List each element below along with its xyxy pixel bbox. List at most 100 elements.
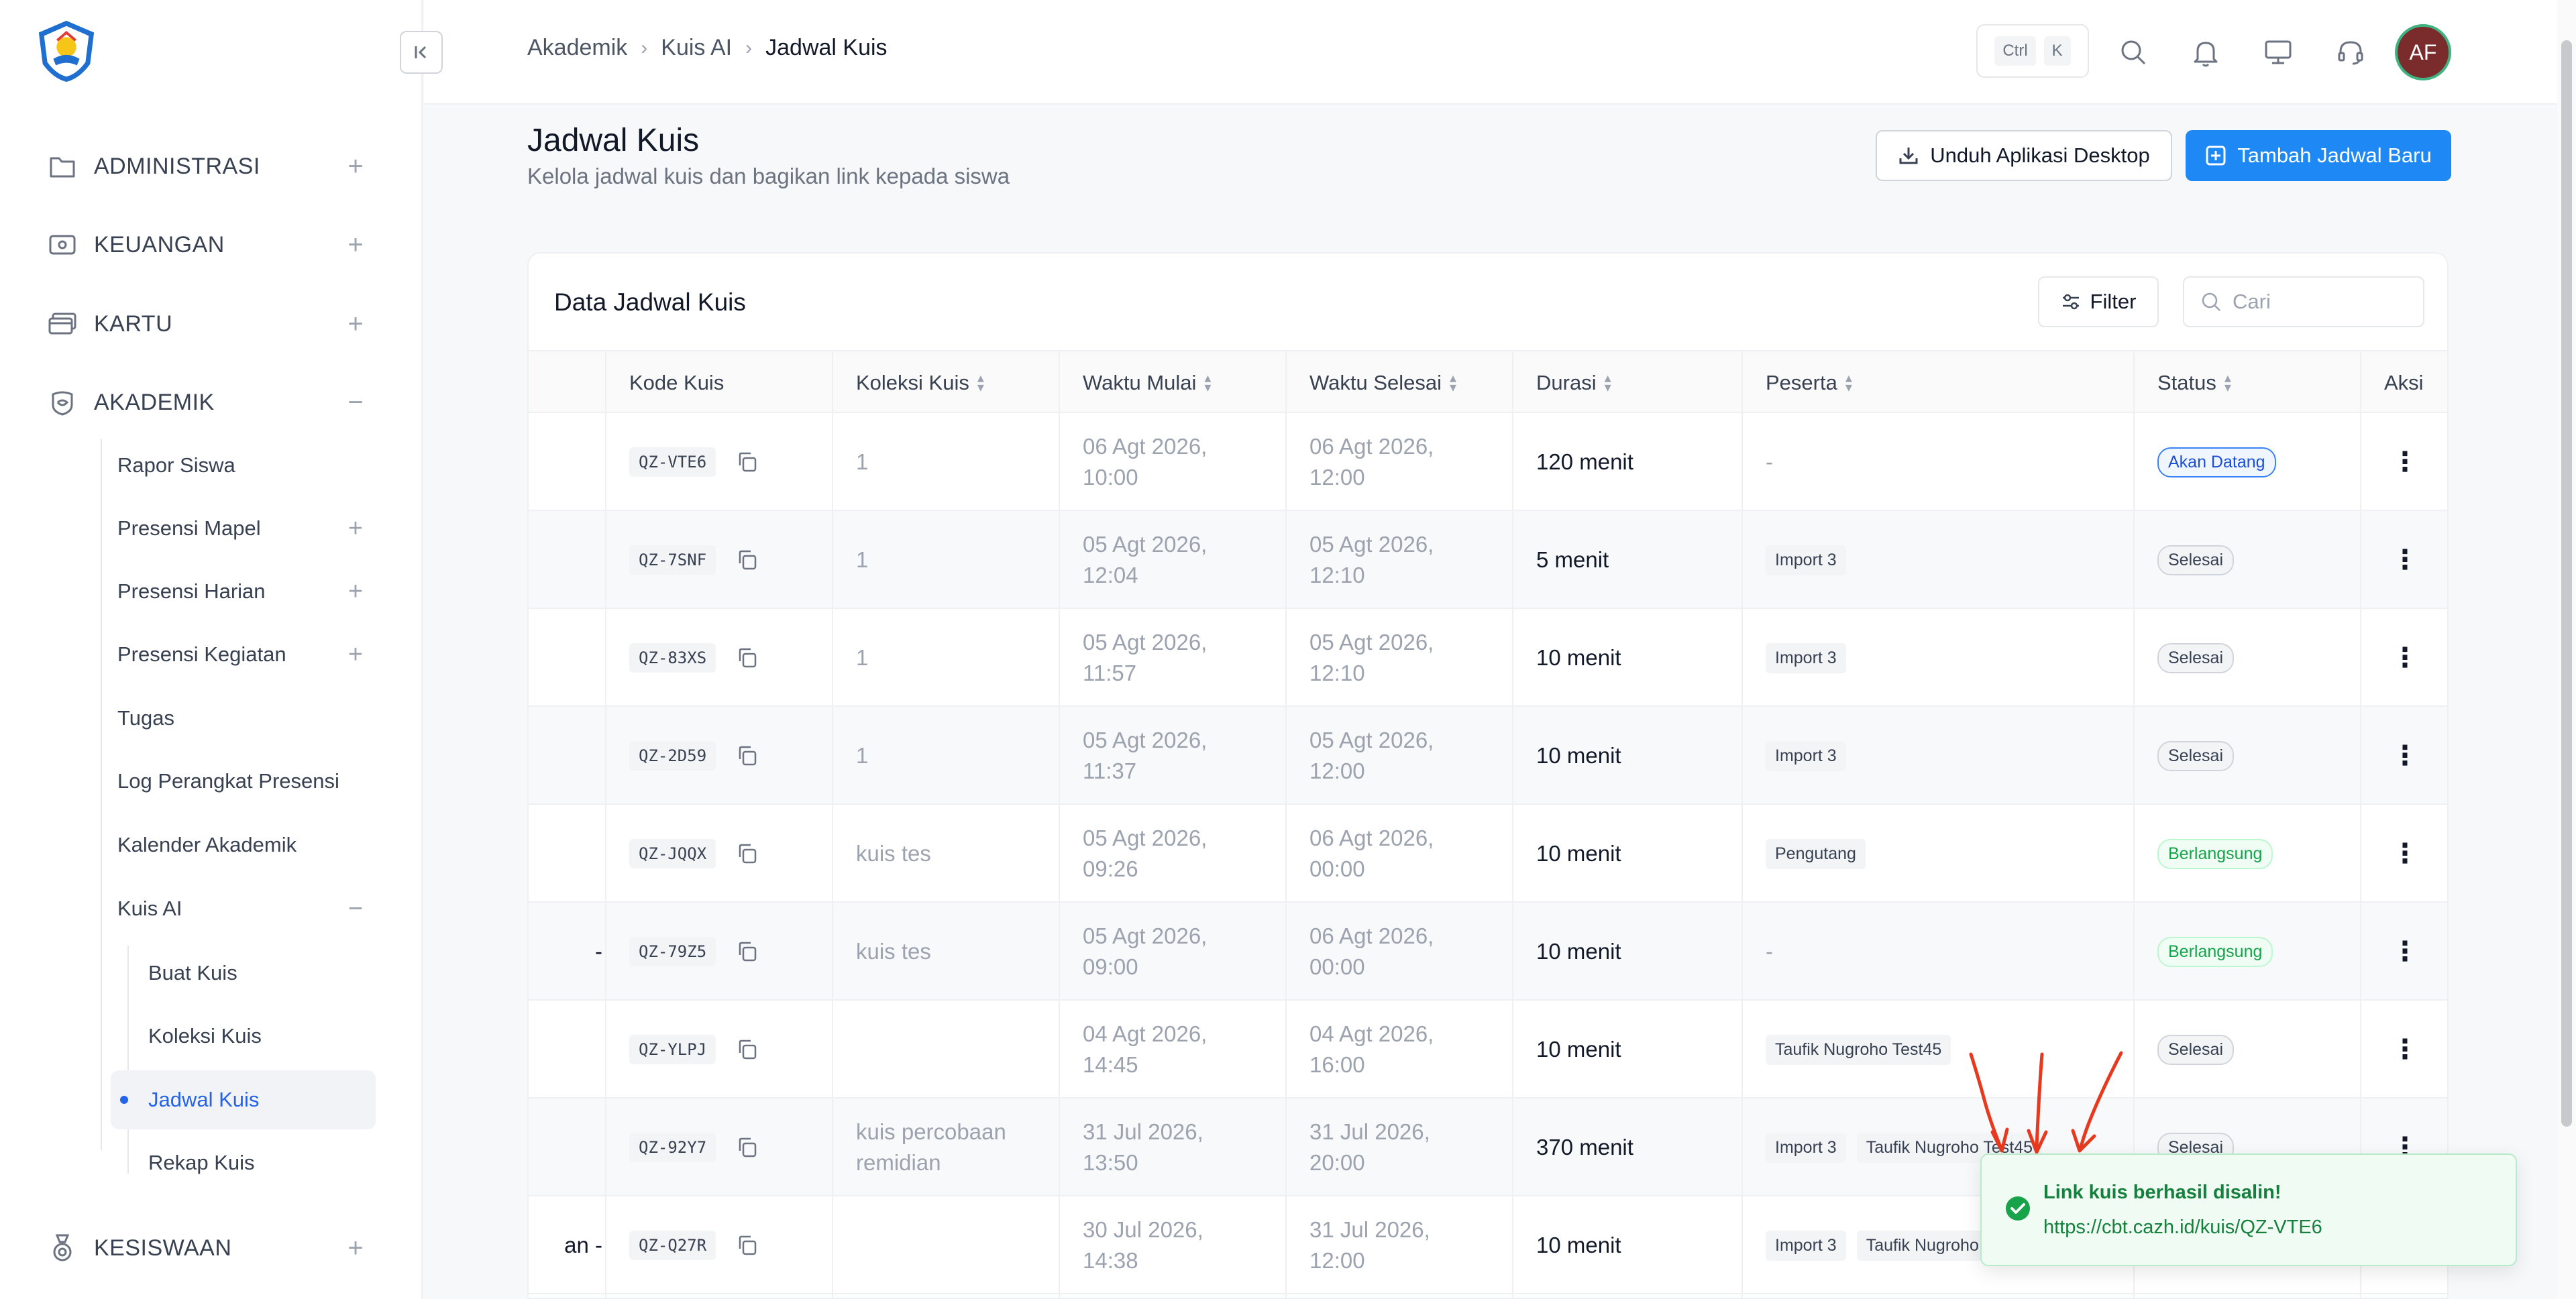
duration: 120 menit [1536, 449, 1633, 474]
collapse-icon[interactable]: − [342, 895, 369, 923]
collection-name: kuis percobaan remidian [856, 1119, 1006, 1175]
table-header: Kode Kuis Koleksi Kuis ▴ ▾ Waktu Mulai ▴ ▾ W… [529, 350, 2447, 414]
column-peserta[interactable]: Peserta ▴ ▾ [1766, 351, 1852, 414]
more-vertical-icon[interactable]: ⋮ [2392, 547, 2418, 573]
chevron-right-icon: › [745, 36, 753, 59]
command-palette-shortcut[interactable]: Ctrl K [1976, 24, 2089, 78]
expand-icon[interactable]: + [342, 152, 369, 182]
nav-item-label: Rapor Siswa [117, 453, 235, 477]
nav-item-label: Presensi Harian [117, 579, 266, 603]
filter-button[interactable]: Filter [2038, 276, 2159, 327]
nav-item-presensi-kegiatan[interactable]: Presensi Kegiatan + [117, 631, 369, 678]
copy-icon[interactable] [736, 940, 759, 963]
nav-item-log-perangkat[interactable]: Log Perangkat Presensi [117, 758, 369, 805]
collection-cell: kuis tes [856, 805, 1057, 903]
end-hour: 00:00 [1309, 954, 1365, 979]
nav-item-kalender[interactable]: Kalender Akademik [117, 822, 369, 868]
nav-group-keuangan[interactable]: KEUANGAN + [47, 221, 369, 268]
participants-cell: - [1766, 903, 2128, 1001]
nav-item-jadwal-kuis[interactable]: Jadwal Kuis [111, 1070, 376, 1129]
copy-icon[interactable] [736, 646, 759, 669]
column-waktu-mulai[interactable]: Waktu Mulai ▴ ▾ [1083, 351, 1211, 414]
copy-icon[interactable] [736, 549, 759, 571]
more-vertical-icon[interactable]: ⋮ [2392, 742, 2418, 769]
truncated-name-cell [529, 707, 602, 805]
participant-tag: Import 3 [1766, 1230, 1846, 1261]
search-input[interactable] [2233, 290, 2407, 314]
copy-icon[interactable] [736, 1136, 759, 1159]
start-time-cell: 06 Agt 2026, 10:00 [1083, 413, 1207, 511]
column-status[interactable]: Status ▴ ▾ [2157, 351, 2231, 414]
toast-link[interactable]: https://cbt.cazh.id/kuis/QZ-VTE6 [2043, 1217, 2322, 1239]
end-date: 31 Jul 2026, [1309, 1119, 1430, 1144]
user-avatar[interactable]: AF [2395, 24, 2451, 80]
duration-cell: 5 menit [1536, 511, 1609, 609]
collection-cell [856, 1001, 1057, 1098]
column-waktu-selesai[interactable]: Waktu Selesai ▴ ▾ [1309, 351, 1456, 414]
nav-item-tugas[interactable]: Tugas [117, 695, 369, 742]
column-divider [1059, 350, 1060, 1298]
expand-icon[interactable]: + [342, 640, 369, 669]
end-time: 06 Agt 2026, 12:00 [1309, 431, 1434, 493]
copy-icon[interactable] [736, 1038, 759, 1061]
search-icon[interactable] [2113, 32, 2153, 72]
end-time-cell: 06 Agt 2026, 00:00 [1309, 903, 1434, 1001]
expand-icon[interactable]: + [342, 230, 369, 260]
nav-item-rekap-kuis[interactable]: Rekap Kuis [111, 1133, 376, 1192]
nav-item-presensi-harian[interactable]: Presensi Harian + [117, 568, 369, 615]
column-durasi[interactable]: Durasi ▴ ▾ [1536, 351, 1611, 414]
download-desktop-app-button[interactable]: Unduh Aplikasi Desktop [1876, 130, 2172, 181]
more-vertical-icon[interactable]: ⋮ [2392, 644, 2418, 671]
end-time-cell: 04 Agt 2026, 16:00 [1309, 1001, 1434, 1098]
nav-group-label: ADMINISTRASI [94, 153, 260, 179]
nav-group-kesiswaan[interactable]: KESISWAAN + [47, 1225, 369, 1272]
collapse-icon[interactable]: − [342, 388, 369, 418]
copy-icon[interactable] [736, 451, 759, 473]
page-scrollbar-thumb[interactable] [2561, 40, 2572, 1127]
add-schedule-button[interactable]: Tambah Jadwal Baru [2186, 130, 2451, 181]
breadcrumb-kuis-ai[interactable]: Kuis AI [661, 35, 732, 61]
nav-item-kuis-ai[interactable]: Kuis AI − [117, 885, 369, 932]
start-time-cell: 05 Agt 2026, 09:00 [1083, 903, 1207, 1001]
more-vertical-icon[interactable]: ⋮ [2392, 840, 2418, 867]
column-koleksi-kuis[interactable]: Koleksi Kuis ▴ ▾ [856, 351, 984, 414]
nav-group-kartu[interactable]: KARTU + [47, 300, 369, 347]
copy-icon[interactable] [736, 842, 759, 865]
expand-icon[interactable]: + [342, 1233, 369, 1263]
column-label: Durasi [1536, 371, 1597, 394]
expand-icon[interactable]: + [342, 309, 369, 339]
expand-icon[interactable]: + [342, 577, 369, 606]
nav-item-koleksi-kuis[interactable]: Koleksi Kuis [111, 1007, 376, 1066]
quiz-code: QZ-83XS [629, 643, 716, 673]
more-vertical-icon[interactable]: ⋮ [2392, 938, 2418, 965]
copy-icon[interactable] [736, 744, 759, 767]
duration: 5 menit [1536, 547, 1609, 572]
end-hour: 12:10 [1309, 563, 1365, 587]
start-time: 30 Jul 2026, 14:38 [1083, 1215, 1203, 1276]
chevron-right-icon: › [641, 36, 648, 59]
monitor-icon[interactable] [2258, 32, 2298, 72]
row-actions-cell: ⋮ [2360, 511, 2447, 609]
participant-tag: Import 3 [1766, 545, 1846, 575]
participant-tag: Taufik Nugroho Test45 [1766, 1034, 1951, 1065]
more-vertical-icon[interactable]: ⋮ [2392, 449, 2418, 475]
sidebar-collapse-button[interactable] [400, 31, 443, 74]
copy-icon[interactable] [736, 1234, 759, 1257]
more-vertical-icon[interactable]: ⋮ [2392, 1036, 2418, 1063]
breadcrumb-akademik[interactable]: Akademik [527, 35, 627, 61]
truncated-name-cell: - [529, 903, 602, 1001]
nav-item-rapor-siswa[interactable]: Rapor Siswa [117, 442, 369, 489]
participants-cell: Pengutang [1766, 805, 2128, 903]
nav-item-buat-kuis[interactable]: Buat Kuis [111, 944, 376, 1003]
school-logo[interactable] [34, 17, 99, 84]
headset-icon[interactable] [2330, 32, 2371, 72]
nav-group-akademik[interactable]: AKADEMIK − [47, 379, 369, 426]
nav-item-presensi-mapel[interactable]: Presensi Mapel + [117, 505, 369, 552]
bell-icon[interactable] [2186, 32, 2226, 72]
status-cell: Selesai [2157, 707, 2234, 805]
collection-cell: 1 [856, 413, 1057, 511]
truncated-name-cell [529, 1001, 602, 1098]
nav-group-administrasi[interactable]: ADMINISTRASI + [47, 143, 369, 190]
expand-icon[interactable]: + [342, 514, 369, 543]
table-search[interactable] [2183, 276, 2424, 327]
